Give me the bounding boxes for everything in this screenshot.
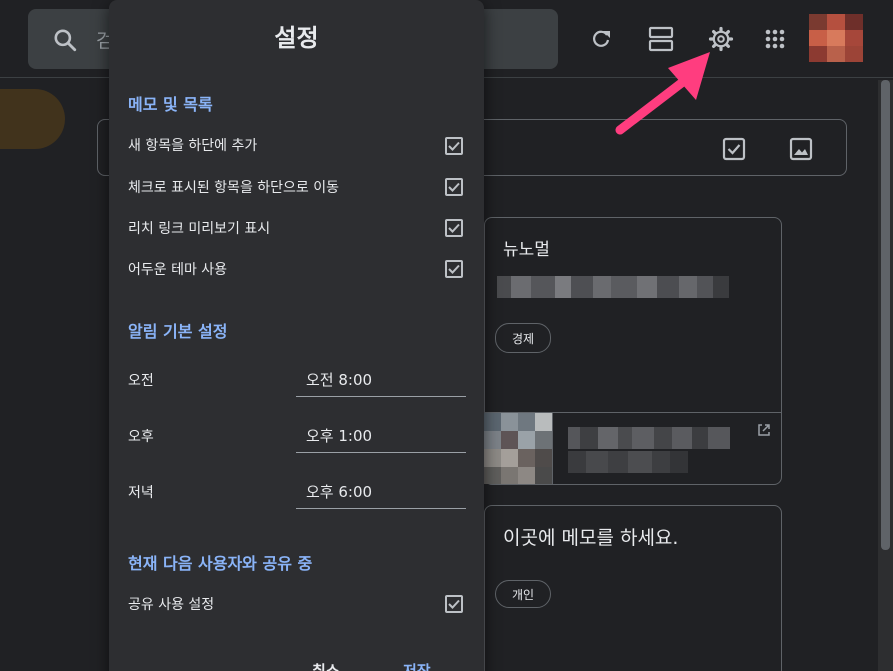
annotation-arrow-icon <box>615 52 710 135</box>
setting-label: 리치 링크 미리보기 표시 <box>128 221 271 237</box>
time-label-afternoon: 오후 <box>128 429 154 445</box>
scrollbar[interactable] <box>878 80 893 671</box>
evening-time-select[interactable]: 오후 6:00 <box>296 481 466 509</box>
cancel-button[interactable]: 취소 <box>312 660 340 671</box>
add-items-bottom-checkbox[interactable] <box>445 137 463 155</box>
save-button[interactable]: 저장 <box>403 660 431 671</box>
apps-grid-icon[interactable] <box>760 24 790 54</box>
time-value: 오전 8:00 <box>306 371 373 389</box>
section-title-sharing: 현재 다음 사용자와 공유 중 <box>128 554 313 573</box>
afternoon-time-select[interactable]: 오후 1:00 <box>296 425 466 453</box>
time-label-morning: 오전 <box>128 373 154 389</box>
setting-label: 공유 사용 설정 <box>128 597 215 613</box>
dark-theme-checkbox[interactable] <box>445 260 463 278</box>
blurred-link-url <box>568 451 688 473</box>
note-title: 이곳에 메모를 하세요. <box>503 527 679 549</box>
label-chip[interactable]: 개인 <box>495 580 551 608</box>
account-avatar[interactable] <box>809 14 863 62</box>
section-title-notes-lists: 메모 및 목록 <box>128 95 213 114</box>
enable-sharing-checkbox[interactable] <box>445 595 463 613</box>
settings-dialog: 설정 메모 및 목록 새 항목을 하단에 추가 체크로 표시된 항목을 하단으로… <box>109 0 484 671</box>
time-label-evening: 저녁 <box>128 485 154 501</box>
open-link-icon[interactable] <box>756 422 772 438</box>
sidebar-item-notes[interactable] <box>0 89 65 149</box>
search-icon[interactable] <box>52 27 78 53</box>
move-checked-bottom-checkbox[interactable] <box>445 178 463 196</box>
checkmark-icon <box>448 599 460 609</box>
image-icon[interactable] <box>788 136 814 162</box>
morning-time-select[interactable]: 오전 8:00 <box>296 369 466 397</box>
setting-label: 새 항목을 하단에 추가 <box>128 138 258 154</box>
link-preview[interactable] <box>484 412 781 484</box>
blurred-link-title <box>568 427 730 449</box>
time-value: 오후 6:00 <box>306 483 373 501</box>
label-chip[interactable]: 경제 <box>495 323 551 353</box>
setting-label: 어두운 테마 사용 <box>128 262 228 278</box>
setting-label: 체크로 표시된 항목을 하단으로 이동 <box>128 180 339 196</box>
checkmark-icon <box>448 264 460 274</box>
checkmark-icon <box>448 223 460 233</box>
note-title: 뉴노멀 <box>503 240 550 260</box>
scrollbar-thumb[interactable] <box>881 80 890 550</box>
time-value: 오후 1:00 <box>306 427 373 445</box>
blurred-note-text <box>497 276 729 298</box>
section-title-reminders: 알림 기본 설정 <box>128 322 228 341</box>
checkmark-icon <box>448 182 460 192</box>
link-thumbnail <box>484 413 552 484</box>
dialog-title: 설정 <box>274 24 319 52</box>
divider <box>552 413 553 484</box>
checkmark-icon <box>448 141 460 151</box>
rich-link-preview-checkbox[interactable] <box>445 219 463 237</box>
